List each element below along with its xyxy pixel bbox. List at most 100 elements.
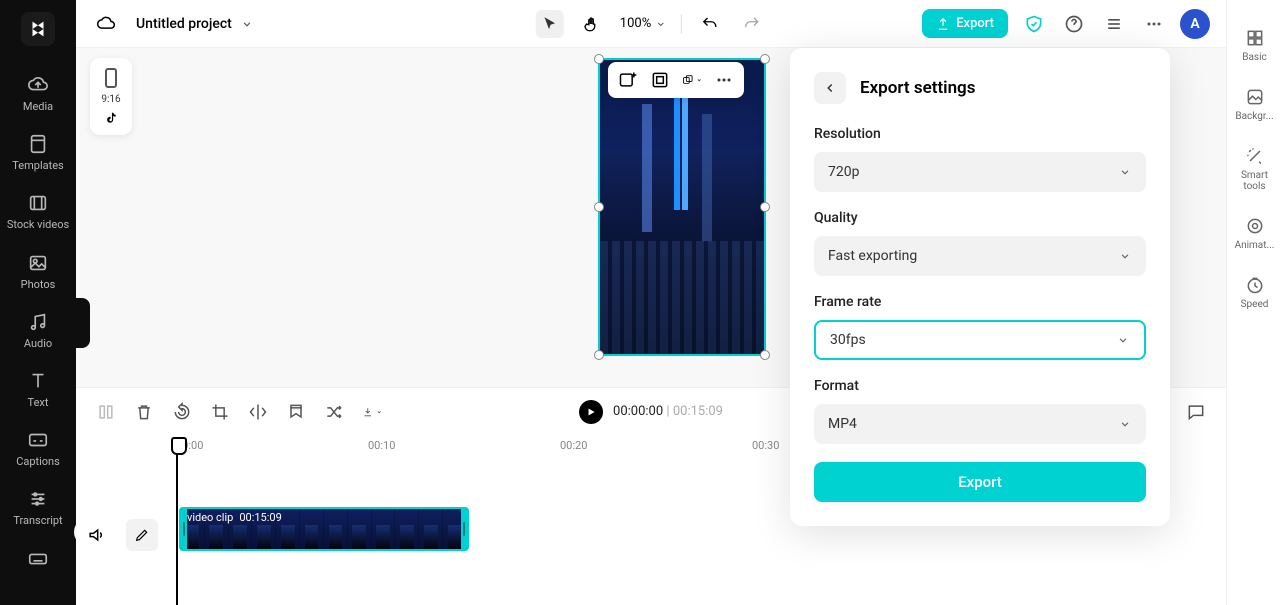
list-button[interactable] (1100, 10, 1128, 38)
clip-label: video clip 00:15:09 (187, 511, 282, 524)
crop-clip-button[interactable] (210, 402, 230, 422)
volume-icon[interactable] (86, 525, 106, 545)
chevron-down-icon (1118, 165, 1132, 179)
framerate-label: Frame rate (814, 294, 1146, 310)
marker-button[interactable] (286, 402, 306, 422)
speed-icon (1245, 275, 1265, 295)
cloud-icon (96, 14, 116, 34)
edit-track-button[interactable] (126, 519, 158, 551)
clip-more-button[interactable] (714, 70, 734, 90)
hand-tool[interactable] (578, 10, 606, 38)
mirror-button[interactable] (248, 402, 268, 422)
split-button[interactable] (96, 402, 116, 422)
sidebar-expand-stub[interactable] (76, 298, 90, 348)
shuffle-button[interactable] (324, 402, 344, 422)
chevron-down-icon (1116, 333, 1130, 347)
video-clip[interactable]: video clip 00:15:09 (179, 507, 469, 551)
help-button[interactable] (1060, 10, 1088, 38)
undo-button[interactable] (696, 10, 724, 38)
shuffle-icon (324, 402, 344, 422)
shield-check-icon (1024, 14, 1044, 34)
download-button[interactable] (362, 402, 382, 422)
right-tab-background[interactable]: Backgr... (1227, 77, 1282, 132)
sidebar-item-transcript[interactable]: Transcript (0, 478, 76, 537)
play-button[interactable] (579, 400, 603, 424)
right-tab-animation[interactable]: Animat... (1227, 206, 1282, 261)
resolution-label: Resolution (814, 126, 1146, 142)
right-tab-smart-tools[interactable]: Smart tools (1227, 136, 1282, 202)
resize-handle-tr[interactable] (760, 54, 770, 64)
crop-icon (210, 402, 230, 422)
export-button[interactable]: Export (922, 9, 1008, 38)
redo-button[interactable] (738, 10, 766, 38)
export-settings-panel: Export settings Resolution 720p Quality … (790, 48, 1170, 526)
project-title[interactable]: Untitled project (136, 16, 254, 32)
sidebar-item-captions[interactable]: Captions (0, 419, 76, 478)
cursor-tool[interactable] (536, 10, 564, 38)
resize-handle-tl[interactable] (594, 54, 604, 64)
framerate-select[interactable]: 30fps (814, 320, 1146, 360)
ruler-tick: 00:20 (560, 439, 587, 452)
sidebar-label: Captions (16, 455, 60, 468)
aspect-ratio-card[interactable]: 9:16 (90, 58, 132, 135)
clip-trim-right[interactable] (461, 509, 467, 549)
right-tab-basic[interactable]: Basic (1227, 18, 1282, 73)
format-label: Format (814, 378, 1146, 394)
sidebar-item-text[interactable]: Text (0, 360, 76, 419)
format-select[interactable]: MP4 (814, 404, 1146, 444)
export-confirm-button[interactable]: Export (814, 462, 1146, 502)
sidebar-item-media[interactable]: Media (0, 64, 76, 123)
delete-button[interactable] (134, 402, 154, 422)
app-logo[interactable] (21, 12, 55, 46)
chevron-down-icon (655, 18, 667, 30)
animation-icon (1245, 216, 1265, 236)
playhead[interactable] (176, 437, 178, 605)
layer-button[interactable] (682, 70, 702, 90)
comment-button[interactable] (1186, 402, 1206, 422)
sidebar-label: Stock videos (7, 218, 69, 231)
crop-icon (650, 70, 670, 90)
shield-button[interactable] (1020, 10, 1048, 38)
preview-content (600, 148, 764, 354)
zoom-selector[interactable]: 100% (620, 16, 667, 31)
crop-button[interactable] (650, 70, 670, 90)
sidebar-item-audio[interactable]: Audio (0, 301, 76, 360)
resolution-select[interactable]: 720p (814, 152, 1146, 192)
clip-trim-left[interactable] (181, 509, 187, 549)
sidebar-item-stock-videos[interactable]: Stock videos (0, 182, 76, 241)
chevron-down-icon (240, 17, 254, 31)
right-tab-label: Basic (1242, 52, 1267, 63)
layers-icon (682, 71, 694, 89)
sidebar-item-templates[interactable]: Templates (0, 123, 76, 182)
export-panel-title: Export settings (860, 78, 975, 98)
more-button[interactable] (1140, 10, 1168, 38)
help-icon (1064, 14, 1084, 34)
resize-handle-bl[interactable] (594, 350, 604, 360)
resize-handle-ml[interactable] (594, 202, 604, 212)
rotate-icon (172, 402, 192, 422)
music-icon (27, 311, 49, 333)
resize-handle-br[interactable] (760, 350, 770, 360)
divider (681, 14, 682, 34)
sidebar-item-photos[interactable]: Photos (0, 242, 76, 301)
text-icon (27, 370, 49, 392)
chevron-down-icon (1118, 417, 1132, 431)
rotate-button[interactable] (172, 402, 192, 422)
time-display: 00:00:00 | 00:15:09 (613, 404, 723, 419)
quality-select[interactable]: Fast exporting (814, 236, 1146, 276)
export-back-button[interactable] (814, 72, 846, 104)
replace-media-button[interactable] (618, 70, 638, 90)
sliders-icon (27, 488, 49, 510)
preview-frame[interactable] (598, 58, 766, 356)
right-tab-label: Speed (1241, 299, 1269, 310)
avatar[interactable]: A (1180, 9, 1210, 39)
right-tab-speed[interactable]: Speed (1227, 265, 1282, 320)
chevron-down-icon (696, 75, 702, 85)
resize-handle-mr[interactable] (760, 202, 770, 212)
sidebar-item-keyboard[interactable] (0, 538, 76, 584)
sidebar-label: Photos (21, 278, 56, 291)
sidebar-label: Transcript (13, 514, 62, 527)
sidebar-label: Audio (24, 337, 52, 350)
cloud-sync-button[interactable] (92, 10, 120, 38)
more-icon (1144, 14, 1164, 34)
